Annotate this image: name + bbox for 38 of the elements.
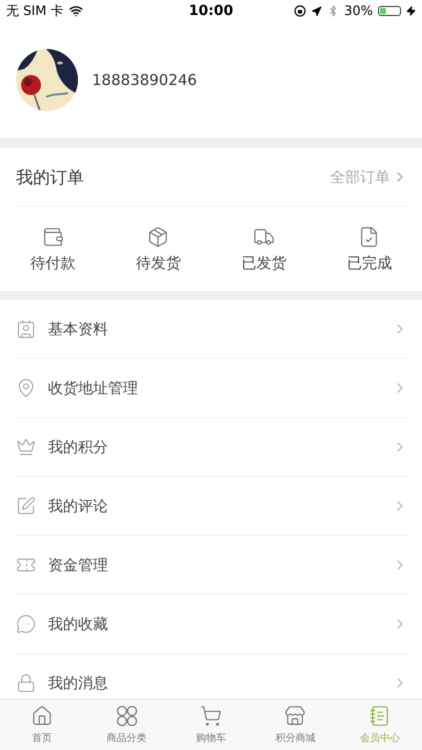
order-status-button[interactable]: 已发货 bbox=[211, 207, 316, 291]
clock-time: 10:00 bbox=[188, 3, 234, 19]
wallet-icon bbox=[42, 226, 64, 248]
menu-item[interactable]: 我的收藏 bbox=[48, 614, 380, 634]
edit-icon bbox=[16, 496, 36, 516]
tab-button[interactable]: 商品分类 bbox=[84, 700, 169, 750]
rotation-lock-icon bbox=[294, 5, 306, 17]
grid-icon bbox=[116, 705, 138, 727]
contact-card-icon bbox=[16, 319, 36, 339]
tab-button[interactable]: 购物车 bbox=[168, 700, 254, 750]
order-status-button[interactable]: 待付款 bbox=[0, 207, 106, 291]
notebook-icon bbox=[368, 705, 391, 727]
box-icon bbox=[147, 226, 170, 248]
menu-item[interactable]: 资金管理 bbox=[48, 556, 380, 574]
menu-item[interactable]: 我的评论 bbox=[48, 496, 380, 516]
home-icon bbox=[31, 705, 54, 727]
charging-icon bbox=[406, 6, 416, 16]
menu-item[interactable]: 我的积分 bbox=[48, 438, 380, 456]
crown-icon bbox=[16, 437, 36, 457]
tab-button[interactable]: 积分商城 bbox=[253, 700, 338, 750]
battery-icon bbox=[378, 6, 402, 16]
chat-bubble-icon bbox=[16, 614, 36, 634]
section-title: 我的订单 bbox=[16, 166, 84, 188]
lock-icon bbox=[16, 673, 36, 693]
location-arrow-icon bbox=[311, 6, 322, 16]
tab-button[interactable]: 首页 bbox=[0, 700, 84, 750]
menu-item[interactable]: 基本资料 bbox=[48, 320, 380, 338]
menu-item[interactable]: 收货地址管理 bbox=[48, 378, 380, 398]
cart-icon bbox=[200, 705, 222, 727]
order-status-button[interactable]: 待发货 bbox=[106, 207, 211, 291]
store-icon bbox=[284, 705, 306, 727]
menu-item[interactable]: 我的消息 bbox=[48, 674, 380, 692]
wifi-icon bbox=[68, 4, 83, 18]
phone-number: 18883890246 bbox=[92, 71, 197, 89]
order-status-button[interactable]: 已完成 bbox=[316, 207, 422, 291]
carrier-text: 无 SIM 卡 bbox=[6, 3, 64, 20]
location-pin-icon bbox=[16, 378, 36, 398]
battery-percent: 30% bbox=[344, 4, 374, 18]
